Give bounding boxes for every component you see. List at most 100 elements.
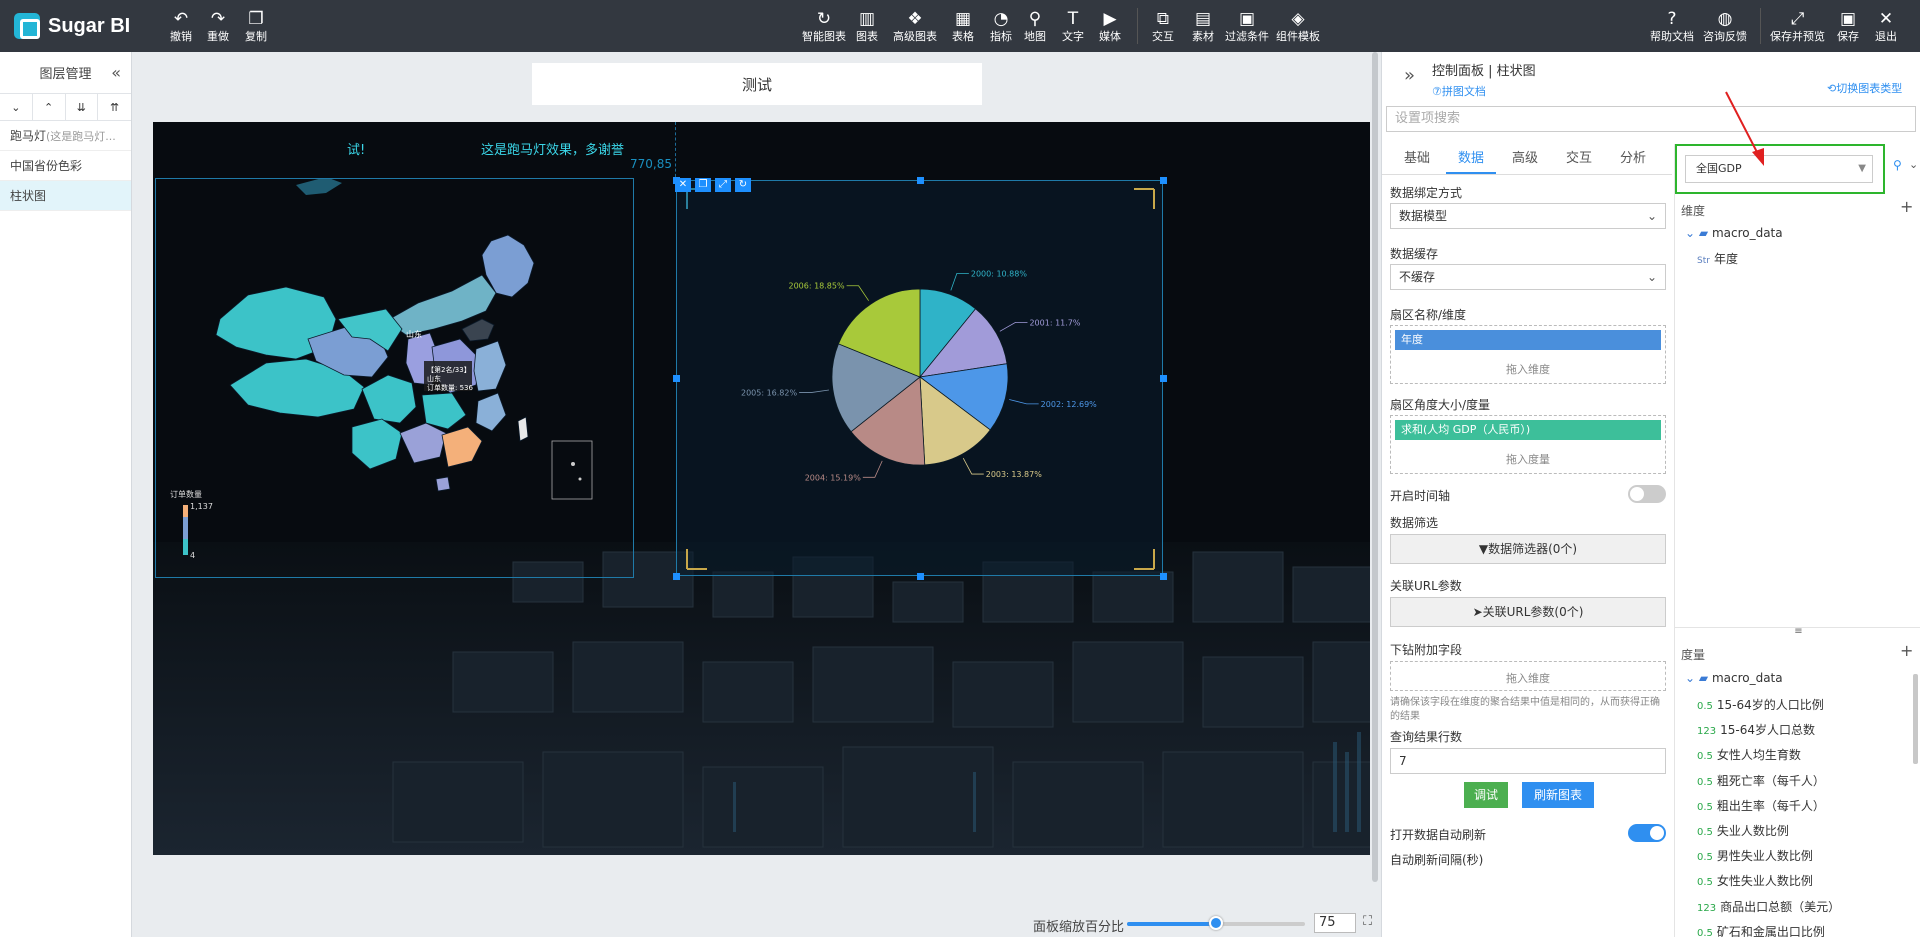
toolbar-button[interactable]: ❐ 复制 xyxy=(245,8,267,46)
toolbar-button[interactable]: ✕ 退出 xyxy=(1875,8,1897,46)
pie-chart-widget[interactable]: 2000: 10.88% 2001: 11.7% 2002: 12.69% 2003:… xyxy=(673,177,1167,580)
canvas-scrollbar[interactable] xyxy=(1370,52,1380,910)
delete-widget-icon[interactable]: ✕ xyxy=(675,178,691,192)
debug-button[interactable]: 调试 xyxy=(1464,782,1508,808)
map-region-taiwan xyxy=(517,416,529,442)
layer-order-controls: ⌄ ⌃ ⇊ ⇈ xyxy=(0,94,131,121)
toolbar-button[interactable]: ◔ 指标 xyxy=(990,8,1012,46)
add-dimension-icon[interactable]: + xyxy=(1900,197,1913,216)
china-map-widget[interactable]: 山东 【第2名/33】 山东 订单数量: 536 订单数量 1,137 4 xyxy=(155,177,634,578)
layer-item[interactable]: 柱状图 xyxy=(0,181,131,211)
refresh-chart-button[interactable]: 刷新图表 xyxy=(1522,782,1594,808)
toolbar-button[interactable]: ⚲ 地图 xyxy=(1024,8,1046,46)
sector-dimension-pill[interactable]: 年度 xyxy=(1395,330,1661,350)
measure-field[interactable]: 0.5 女性失业人数比例 xyxy=(1697,872,1813,889)
resize-handle[interactable] xyxy=(917,177,924,184)
fullscreen-icon[interactable]: ⛶ xyxy=(1363,914,1372,929)
switch-chart-type-link[interactable]: ⟲切换图表类型 xyxy=(1827,80,1902,96)
angle-measure-hint: 拖入度量 xyxy=(1506,453,1550,466)
rows-input[interactable]: 7 xyxy=(1390,748,1666,774)
settings-search-input[interactable]: 设置项搜索 xyxy=(1386,106,1916,132)
filter-icon: ▼ xyxy=(1478,542,1489,556)
auto-refresh-toggle[interactable] xyxy=(1628,824,1666,842)
search-icon[interactable]: ⚲ xyxy=(1893,158,1902,172)
measure-field[interactable]: 0.5 男性失业人数比例 xyxy=(1697,847,1813,864)
chevron-down-icon[interactable]: ⌄ xyxy=(1909,158,1918,171)
tab-2[interactable]: 高级 xyxy=(1500,144,1550,174)
toolbar-button[interactable]: ▤ 素材 xyxy=(1192,8,1214,46)
toolbar-button[interactable]: ❖ 高级图表 xyxy=(893,8,937,46)
zoom-slider[interactable] xyxy=(1127,916,1305,930)
expand-icon: ⤢ xyxy=(1790,9,1805,29)
measure-field[interactable]: 0.5 粗出生率（每千人） xyxy=(1697,797,1825,814)
layer-item[interactable]: 中国省份色彩 xyxy=(0,151,131,181)
sector-dimension-dropzone[interactable]: 年度 拖入维度 xyxy=(1390,325,1666,384)
measure-field[interactable]: 123 商品出口总额（美元） xyxy=(1697,898,1840,915)
copy-widget-icon[interactable]: ❐ xyxy=(695,178,711,192)
drill-dropzone[interactable]: 拖入维度 xyxy=(1390,661,1666,691)
dataset-select[interactable]: 全国GDP ▼ xyxy=(1685,155,1873,183)
tab-4[interactable]: 分析 xyxy=(1608,144,1658,174)
resize-handle[interactable] xyxy=(673,573,680,580)
toolbar-button[interactable]: ▶ 媒体 xyxy=(1099,8,1121,46)
cache-select[interactable]: 不缓存 ⌄ xyxy=(1390,264,1666,290)
resize-handle[interactable] xyxy=(917,573,924,580)
toolbar-button[interactable]: ◈ 组件模板 xyxy=(1276,8,1320,46)
dimension-folder[interactable]: ⌄ ▰ macro_data xyxy=(1685,226,1783,240)
toolbar-button[interactable]: ⧉ 交互 xyxy=(1152,8,1174,46)
fullscreen-widget-icon[interactable]: ⤢ xyxy=(715,178,731,192)
resize-handle[interactable] xyxy=(673,375,680,382)
move-top-icon[interactable]: ⇈ xyxy=(98,94,131,120)
toolbar-button[interactable]: ? 帮助文档 xyxy=(1650,8,1694,46)
layer-item[interactable]: 跑马灯(这是跑马灯... xyxy=(0,121,131,151)
cache-value: 不缓存 xyxy=(1399,270,1436,284)
collapse-right-icon[interactable]: » xyxy=(1404,65,1415,86)
dashboard-title[interactable]: 测试 xyxy=(532,63,982,105)
toolbar-button[interactable]: ↶ 撤销 xyxy=(170,8,192,46)
toolbar-button[interactable]: ⤢ 保存并预览 xyxy=(1770,8,1825,46)
field-scrollbar[interactable] xyxy=(1913,674,1918,764)
binding-select[interactable]: 数据模型 ⌄ xyxy=(1390,203,1666,229)
toolbar-button[interactable]: ↷ 重做 xyxy=(207,8,229,46)
angle-measure-dropzone[interactable]: 求和(人均 GDP（人民币）) 拖入度量 xyxy=(1390,415,1666,474)
toolbar-button[interactable]: ◍ 咨询反馈 xyxy=(1703,8,1747,46)
refresh-widget-icon[interactable]: ↻ xyxy=(735,178,751,192)
measure-field[interactable]: 0.5 女性人均生育数 xyxy=(1697,746,1801,763)
refresh-interval-label: 自动刷新间隔(秒) xyxy=(1390,853,1484,867)
zoom-slider-thumb[interactable] xyxy=(1209,916,1223,930)
move-up-icon[interactable]: ⌃ xyxy=(33,94,66,120)
data-filter-button[interactable]: ▼数据筛选器(0个) xyxy=(1390,534,1666,564)
measure-folder[interactable]: ⌄ ▰ macro_data xyxy=(1685,671,1783,685)
angle-measure-pill[interactable]: 求和(人均 GDP（人民币）) xyxy=(1395,420,1661,440)
move-bottom-icon[interactable]: ⇊ xyxy=(66,94,99,120)
measure-field[interactable]: 0.5 15-64岁的人口比例 xyxy=(1697,696,1824,713)
measure-field[interactable]: 0.5 失业人数比例 xyxy=(1697,822,1789,839)
resize-handle[interactable] xyxy=(1160,573,1167,580)
tab-3[interactable]: 交互 xyxy=(1554,144,1604,174)
dimension-field[interactable]: Str 年度 xyxy=(1697,250,1738,267)
measure-field[interactable]: 123 15-64岁人口总数 xyxy=(1697,721,1815,738)
tab-1[interactable]: 数据 xyxy=(1446,144,1496,174)
measure-field[interactable]: 0.5 矿石和金属出口比例 xyxy=(1697,923,1825,937)
toolbar-button[interactable]: ▣ 过滤条件 xyxy=(1225,8,1269,46)
toolbar-button[interactable]: ▥ 图表 xyxy=(856,8,878,46)
resize-handle[interactable] xyxy=(1160,177,1167,184)
dashboard-screen[interactable]: 试! 这是跑马灯效果，多谢誉 770,85 山东 【第2名/33】 山东 订单数… xyxy=(153,122,1379,855)
panel-splitter[interactable]: ≡ xyxy=(1675,627,1920,637)
toolbar-button[interactable]: ▣ 保存 xyxy=(1837,8,1859,46)
feedback-icon: ◍ xyxy=(1717,9,1733,29)
add-measure-icon[interactable]: + xyxy=(1900,641,1913,660)
url-param-button[interactable]: ➤关联URL参数(0个) xyxy=(1390,597,1666,627)
move-down-icon[interactable]: ⌄ xyxy=(0,94,33,120)
toolbar-button-label: 文字 xyxy=(1062,30,1084,43)
puzzle-doc-link[interactable]: ⑦拼图文档 xyxy=(1432,83,1486,99)
tab-0[interactable]: 基础 xyxy=(1392,144,1442,174)
toolbar-button[interactable]: ▦ 表格 xyxy=(952,8,974,46)
timeline-toggle[interactable] xyxy=(1628,485,1666,503)
toolbar-button[interactable]: ↻ 智能图表 xyxy=(802,8,846,46)
measure-field[interactable]: 0.5 粗死亡率（每千人） xyxy=(1697,772,1825,789)
toolbar-button[interactable]: T 文字 xyxy=(1062,8,1084,46)
collapse-left-icon[interactable]: « xyxy=(111,63,121,82)
zoom-input[interactable]: 75 xyxy=(1314,913,1356,933)
resize-handle[interactable] xyxy=(1160,375,1167,382)
